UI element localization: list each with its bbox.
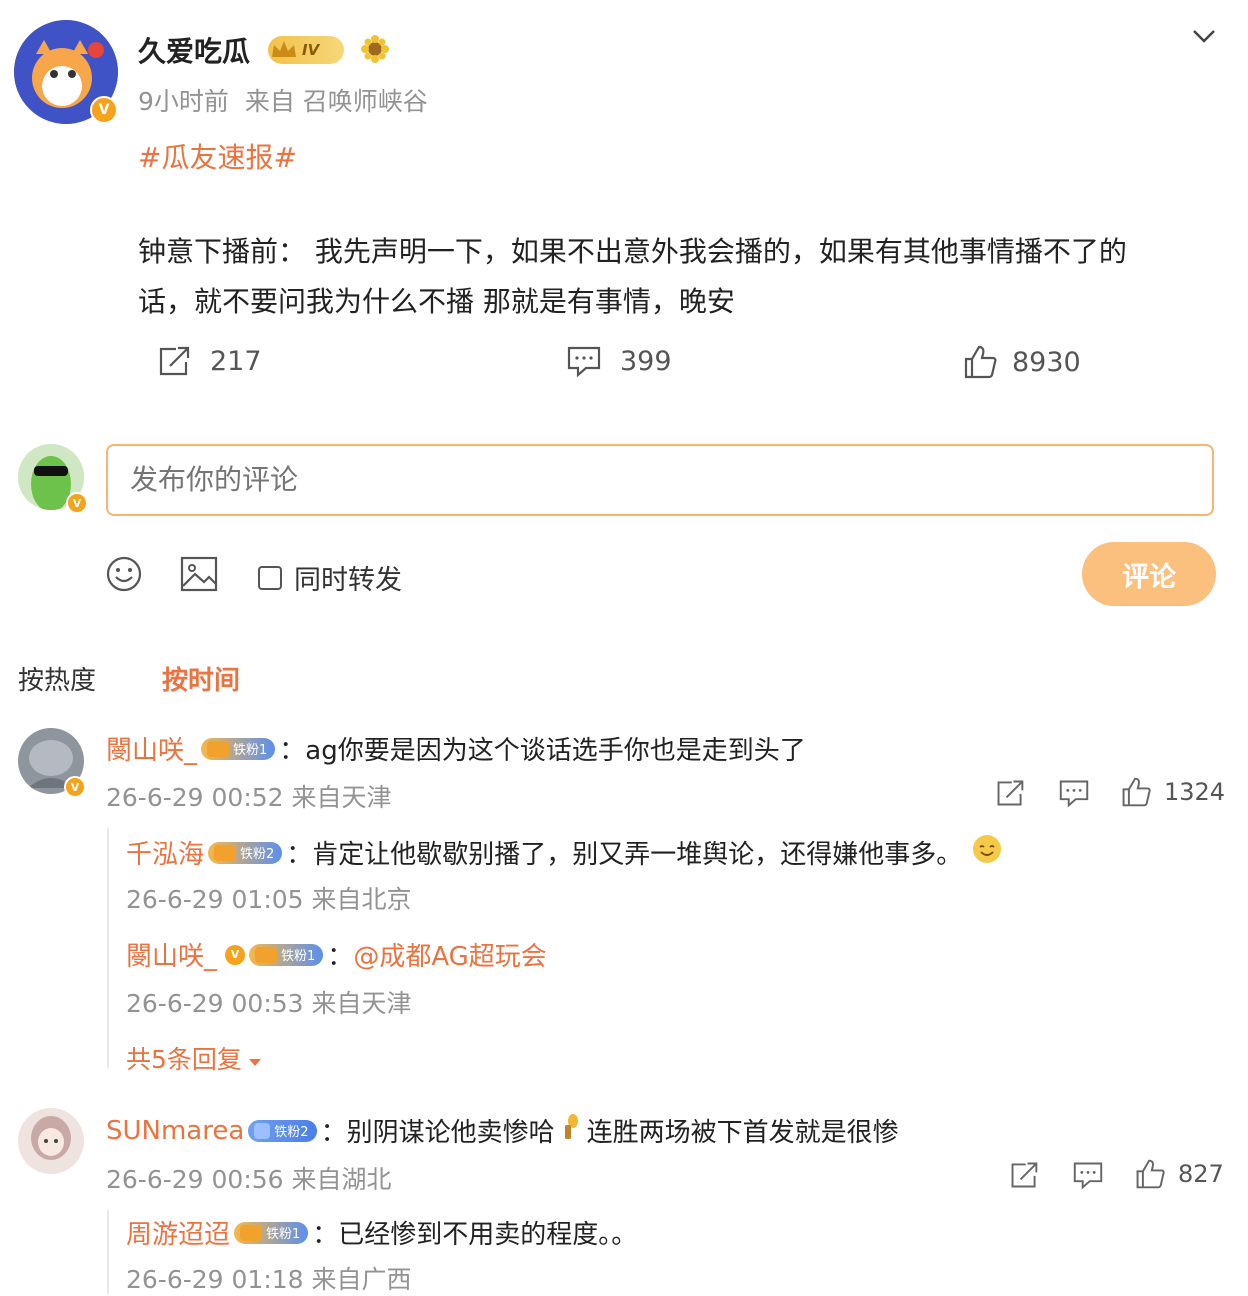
crown-icon — [240, 1224, 263, 1241]
smile-emoji-icon — [972, 834, 1002, 871]
comment-like-button[interactable]: 1324 — [1120, 776, 1225, 808]
sort-by-hot-tab[interactable]: 按热度 — [18, 660, 96, 697]
thumbs-up-icon — [962, 344, 998, 380]
sunflower-icon — [360, 34, 390, 64]
verified-badge-icon: V — [225, 944, 246, 965]
reply-meta: 26-6-29 00:53 来自天津 — [126, 989, 412, 1018]
also-repost-label: 同时转发 — [294, 565, 402, 596]
comment-body: SUNmarea 铁粉2 ：别阴谋论他卖惨哈 连胜两场被下首发就是很惨 — [106, 1112, 899, 1149]
fan-badge-label: 铁粉2 — [240, 847, 275, 862]
also-repost-option[interactable]: 同时转发 — [258, 558, 402, 597]
replier-name[interactable]: 閿山咲_ — [126, 936, 217, 973]
post-time: 9小时前 — [138, 87, 229, 116]
fan-badge-label: 铁粉1 — [233, 743, 268, 758]
crown-icon — [255, 946, 278, 963]
reply-text: ：肯定让他歇歇别播了，别又弄一堆舆论，还得嫌他事多。 — [286, 840, 963, 870]
caret-down-icon — [248, 1044, 262, 1073]
reply-body: 閿山咲_ V 铁粉1 ： @成都AG超玩会 — [126, 936, 547, 973]
diamond-icon — [254, 1122, 271, 1139]
submit-comment-button[interactable]: 评论 — [1082, 542, 1216, 606]
comment-text-continued: 连胜两场被下首发就是很惨 — [586, 1118, 899, 1148]
fan-badge: 铁粉1 — [234, 1221, 309, 1244]
comment-text: ：别阴谋论他卖惨哈 — [320, 1118, 555, 1148]
reply-body: 周游迢迢 铁粉1 ：已经惨到不用卖的程度。。 — [126, 1214, 637, 1251]
verified-badge-icon: V — [66, 492, 88, 514]
like-count: 8930 — [1012, 346, 1081, 378]
commenter-avatar[interactable] — [18, 1108, 84, 1174]
repost-icon[interactable] — [1008, 1160, 1040, 1190]
commenter-name[interactable]: 閿山咲_ — [106, 730, 197, 767]
fan-badge: 铁粉1 — [249, 943, 324, 966]
repost-icon — [156, 344, 192, 378]
repost-count: 217 — [210, 345, 262, 377]
replier-name[interactable]: 千泓海 — [126, 834, 204, 871]
more-replies-link[interactable]: 共5条回复 — [126, 1040, 262, 1076]
author-name[interactable]: 久爱吃瓜 — [138, 30, 250, 70]
also-repost-checkbox[interactable] — [258, 565, 282, 590]
comment-count: 399 — [620, 345, 672, 377]
more-replies-label: 共5条回复 — [126, 1045, 242, 1074]
crown-icon — [214, 844, 237, 861]
post-content-line2: 话，就不要问我为什么不播 那就是有事情，晚安 — [138, 285, 735, 318]
reply-body: 千泓海 铁粉2 ：肯定让他歇歇别播了，别又弄一堆舆论，还得嫌他事多。 — [126, 834, 1002, 871]
comment-like-button[interactable]: 827 — [1134, 1158, 1224, 1190]
sort-by-time-tab[interactable]: 按时间 — [162, 660, 240, 697]
post-meta: 9小时前 来自 召唤师峡谷 — [138, 82, 428, 118]
comment-like-count: 827 — [1178, 1160, 1224, 1188]
comment-icon[interactable] — [1072, 1160, 1104, 1190]
thumbs-up-icon — [1120, 776, 1152, 808]
reply-meta: 26-6-29 01:05 来自北京 — [126, 885, 412, 914]
comment-input[interactable] — [128, 446, 1192, 512]
topic-tag[interactable]: #瓜友速报# — [138, 136, 297, 176]
crown-icon — [270, 39, 298, 61]
comment-button[interactable]: 399 — [566, 344, 672, 378]
commenter-name[interactable]: SUNmarea — [106, 1116, 244, 1146]
crown-icon — [207, 740, 230, 757]
post-source: 来自 召唤师峡谷 — [244, 87, 428, 116]
reply-meta: 26-6-29 01:18 来自广西 — [126, 1265, 412, 1294]
comment-meta: 26-6-29 00:52 来自天津 — [106, 783, 392, 812]
comment-icon[interactable] — [1058, 778, 1090, 808]
reply-colon: ： — [327, 942, 354, 972]
comment-meta: 26-6-29 00:56 来自湖北 — [106, 1165, 392, 1194]
fan-badge-label: 铁粉1 — [266, 1227, 301, 1242]
level-badge: IV — [268, 36, 344, 64]
comment-icon — [566, 344, 602, 378]
post-content-line1: 钟意下播前： 我先声明一下，如果不出意外我会播的，如果有其他事情播不了的 — [138, 235, 1127, 268]
image-icon[interactable] — [180, 556, 218, 592]
reply-text: ：已经惨到不用卖的程度。。 — [312, 1220, 638, 1250]
fan-badge-label: 铁粉1 — [281, 949, 316, 964]
comment-like-count: 1324 — [1164, 778, 1226, 806]
reply-divider — [107, 1210, 109, 1294]
fan-badge: 铁粉2 — [248, 1119, 317, 1142]
emoji-icon[interactable] — [106, 556, 142, 592]
like-button[interactable]: 8930 — [962, 344, 1081, 380]
thumbs-up-icon — [1134, 1158, 1166, 1190]
repost-icon[interactable] — [994, 778, 1026, 808]
fan-badge-label: 铁粉2 — [274, 1125, 309, 1140]
repost-button[interactable]: 217 — [156, 344, 262, 378]
fan-badge: 铁粉1 — [201, 737, 276, 760]
verified-badge-icon: V — [90, 96, 118, 124]
level-text: IV — [302, 41, 320, 59]
candle-emoji-icon — [559, 1113, 583, 1148]
comment-text: ：ag你要是因为这个谈话选手你也是走到头了 — [279, 736, 806, 766]
comment-body: 閿山咲_ 铁粉1 ：ag你要是因为这个谈话选手你也是走到头了 — [106, 730, 806, 767]
chevron-down-icon[interactable] — [1190, 26, 1218, 46]
comment-input-box[interactable] — [106, 444, 1214, 516]
replier-name[interactable]: 周游迢迢 — [126, 1214, 230, 1251]
fan-badge: 铁粉2 — [208, 841, 283, 864]
reply-divider — [107, 828, 109, 1068]
mention-link[interactable]: @成都AG超玩会 — [353, 936, 546, 973]
verified-badge-icon: V — [64, 776, 86, 798]
